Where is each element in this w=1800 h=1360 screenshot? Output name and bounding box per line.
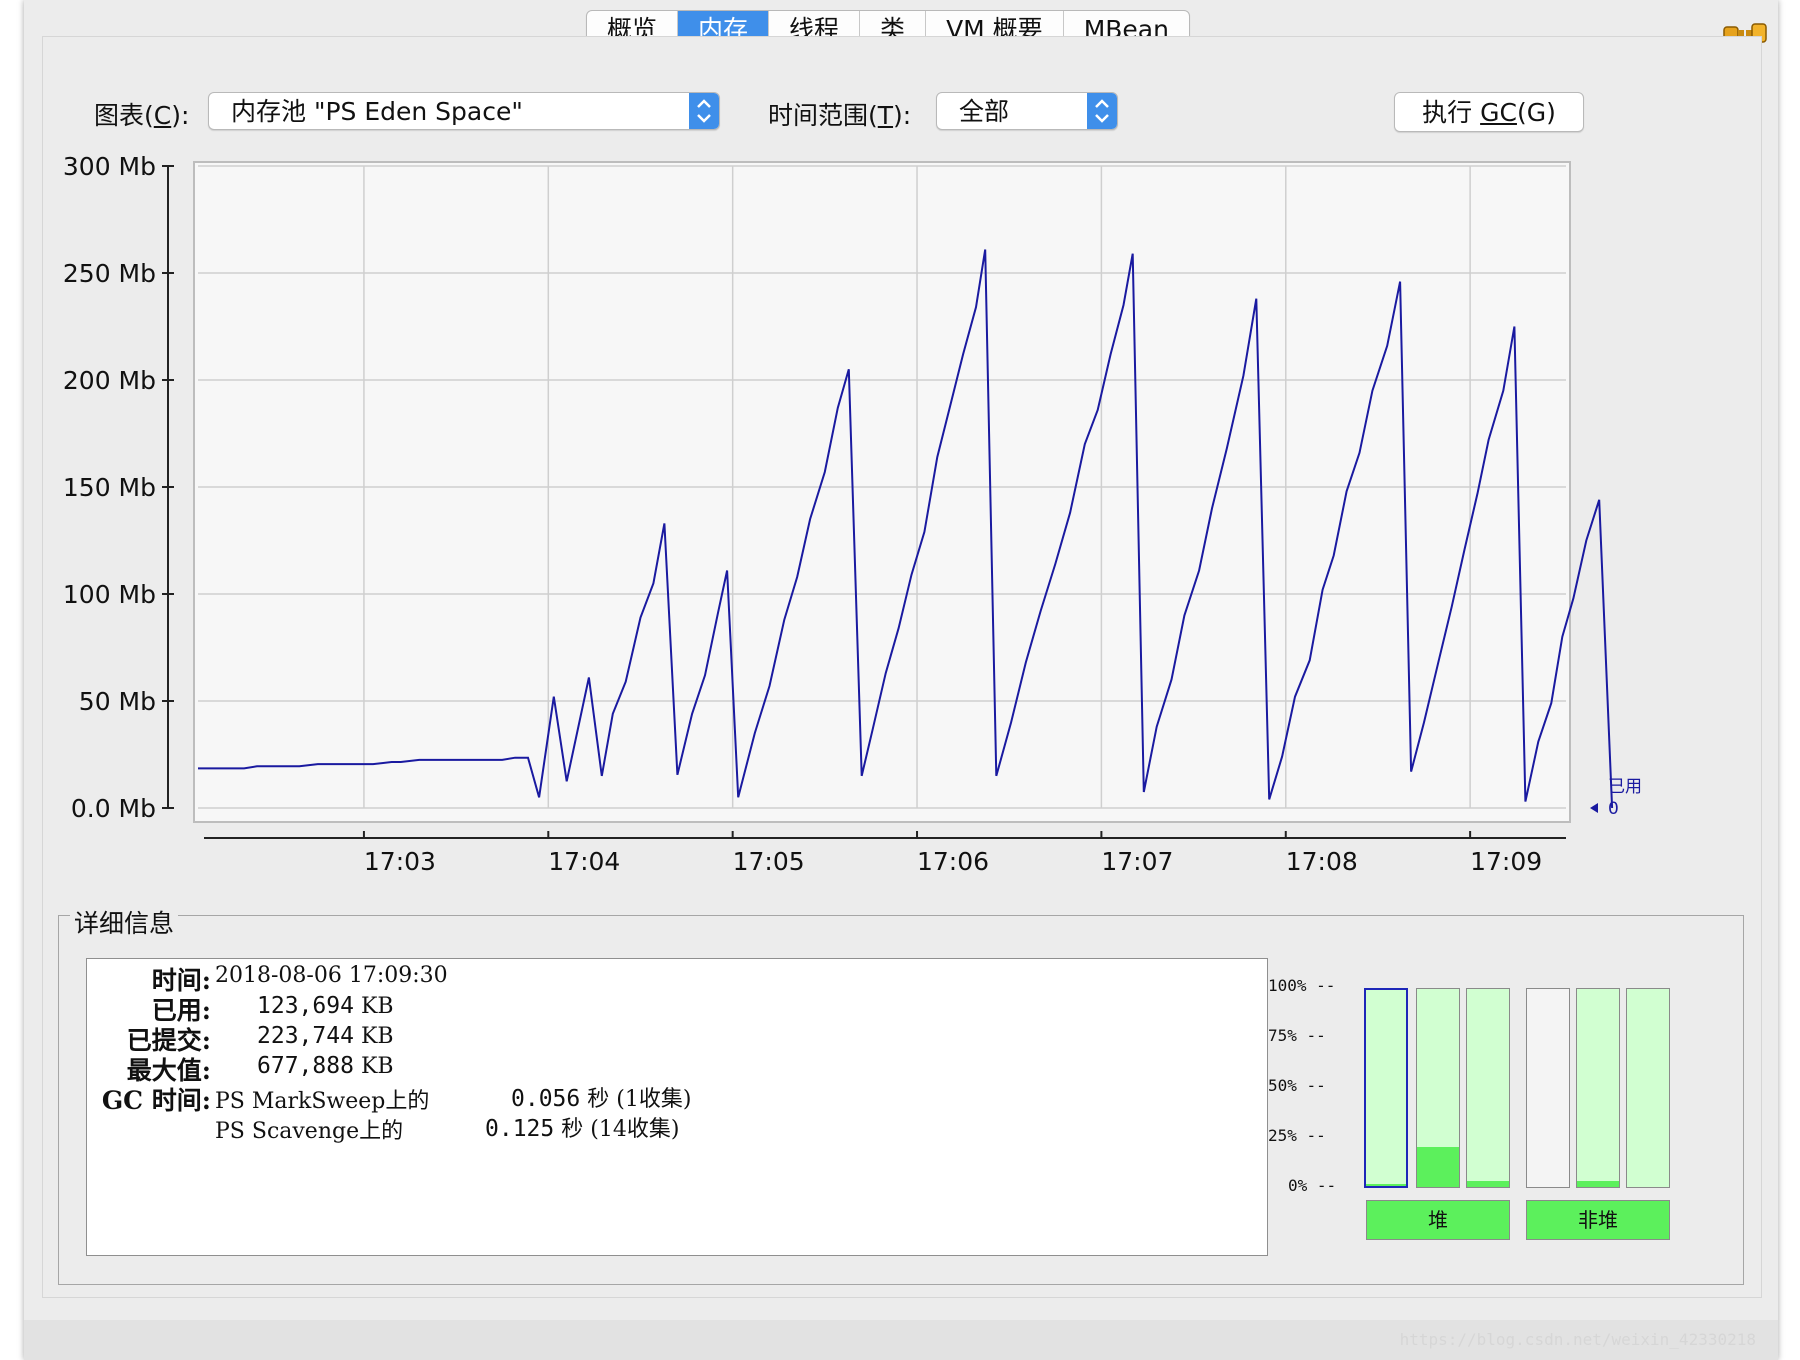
y-tick-label: 250 Mb bbox=[63, 259, 156, 288]
detail-value-used: 123,694 KB bbox=[257, 993, 394, 1019]
y-tick-label: 150 Mb bbox=[63, 473, 156, 502]
gc-time-scavenge: 0.125 秒 (14收集) bbox=[485, 1116, 680, 1142]
plot-background bbox=[193, 161, 1571, 823]
y-tick-label: 0.0 Mb bbox=[71, 794, 156, 823]
bar-axis-25: 25% -- bbox=[1268, 1126, 1326, 1145]
heap-bar-3[interactable] bbox=[1466, 988, 1510, 1188]
watermark-text: https://blog.csdn.net/weixin_42330218 bbox=[1399, 1330, 1756, 1349]
gc-time-marksweep: 0.056 秒 (1收集) bbox=[511, 1086, 692, 1112]
nonheap-bar-1[interactable] bbox=[1526, 988, 1570, 1188]
detail-value-max: 677,888 KB bbox=[257, 1053, 394, 1079]
nonheap-button[interactable]: 非堆 bbox=[1526, 1200, 1670, 1240]
x-tick-label: 17:05 bbox=[733, 847, 805, 876]
heap-button[interactable]: 堆 bbox=[1366, 1200, 1510, 1240]
y-tick-label: 200 Mb bbox=[63, 366, 156, 395]
x-tick-label: 17:09 bbox=[1470, 847, 1542, 876]
nonheap-bar-3[interactable] bbox=[1626, 988, 1670, 1188]
bar-axis-75: 75% -- bbox=[1268, 1026, 1326, 1045]
gc-collector-marksweep: PS MarkSweep上的 bbox=[215, 1089, 430, 1114]
bar-axis-50: 50% -- bbox=[1268, 1076, 1326, 1095]
detail-value-committed: 223,744 KB bbox=[257, 1023, 394, 1049]
x-tick-label: 17:03 bbox=[364, 847, 436, 876]
detail-value-time: 2018-08-06 17:09:30 bbox=[215, 963, 448, 988]
legend-marker-arrow-icon bbox=[1590, 803, 1598, 813]
legend-value: 0 bbox=[1608, 799, 1619, 819]
details-title: 详细信息 bbox=[70, 904, 179, 940]
heap-bar-2[interactable] bbox=[1416, 988, 1460, 1188]
heap-bar-1[interactable] bbox=[1364, 988, 1408, 1188]
gc-collector-scavenge: PS Scavenge上的 bbox=[215, 1119, 404, 1144]
memory-chart: 300 Mb 250 Mb 200 Mb 150 Mb 100 Mb 50 Mb 0.0 M… bbox=[63, 152, 1642, 876]
y-tick-label: 300 Mb bbox=[63, 152, 156, 181]
bar-axis-0: 0% -- bbox=[1288, 1176, 1337, 1195]
x-tick-label: 17:06 bbox=[917, 847, 989, 876]
y-tick-label: 100 Mb bbox=[63, 580, 156, 609]
bar-axis-100: 100% -- bbox=[1268, 976, 1336, 995]
nonheap-bar-2[interactable] bbox=[1576, 988, 1620, 1188]
x-tick-label: 17:04 bbox=[548, 847, 620, 876]
details-text-area: 时间: 2018-08-06 17:09:30 已用: 123,694 KB 已… bbox=[86, 958, 1268, 1256]
detail-key-gc-time: GC 时间: bbox=[101, 1086, 211, 1115]
legend-label: 已用 bbox=[1608, 777, 1642, 797]
y-tick-label: 50 Mb bbox=[79, 687, 156, 716]
x-tick-label: 17:08 bbox=[1286, 847, 1358, 876]
x-tick-label: 17:07 bbox=[1101, 847, 1173, 876]
